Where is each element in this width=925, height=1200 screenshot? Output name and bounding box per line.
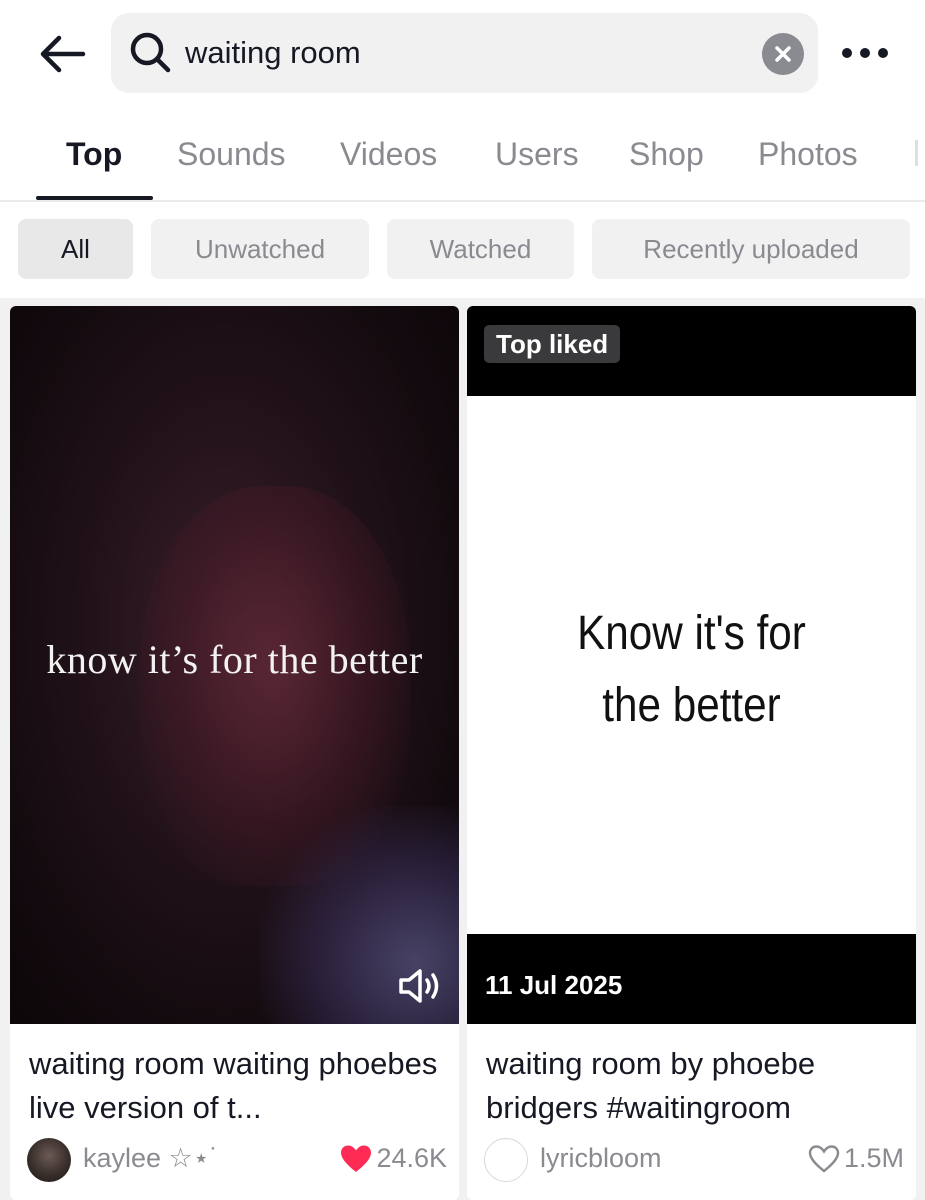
active-tab-indicator [36,196,153,200]
like-count-text: 1.5M [843,1143,904,1173]
close-icon [775,46,791,62]
thumbnail-caption: Know it's for the better [494,598,889,742]
tab-sounds[interactable]: Sounds [177,136,286,173]
search-bar[interactable] [111,13,818,93]
author-row[interactable]: kaylee ☆⋆˙ 24.6K [27,1136,447,1184]
thumbnail-caption-line: Know it's for [577,607,806,660]
author-name[interactable]: kaylee ☆⋆˙ [83,1143,219,1174]
like-count: 1.5M [808,1143,904,1174]
filter-recently-uploaded[interactable]: Recently uploaded [592,219,910,279]
search-input[interactable] [185,23,745,83]
back-button[interactable] [30,22,94,86]
tab-shop[interactable]: Shop [629,136,704,173]
filter-all[interactable]: All [18,219,133,279]
tab-videos[interactable]: Videos [340,136,437,173]
filter-watched[interactable]: Watched [387,219,574,279]
video-card[interactable]: Top liked Know it's for the better 11 Ju… [467,306,916,1200]
author-name[interactable]: lyricbloom [540,1143,662,1174]
top-liked-badge: Top liked [484,325,621,363]
avatar[interactable] [484,1138,528,1182]
search-header [0,0,925,106]
thumbnail-caption: know it’s for the better [46,637,423,682]
video-info: waiting room by phoebe bridgers #waiting… [467,1024,916,1200]
video-thumbnail[interactable]: Top liked Know it's for the better 11 Ju… [467,306,916,1024]
video-title[interactable]: waiting room by phoebe bridgers #waiting… [486,1042,898,1130]
video-card[interactable]: know it’s for the better waiting room wa… [10,306,459,1200]
ellipsis-icon [842,48,888,58]
tab-top[interactable]: Top [66,136,122,173]
tab-overflow-hint [915,140,918,166]
thumbnail-caption-line: the better [602,679,781,732]
search-icon [130,32,171,73]
heart-outline-icon [808,1144,840,1173]
filter-chips: All Unwatched Watched Recently uploaded [0,204,925,298]
tab-users[interactable]: Users [495,136,579,173]
search-tabs: Top Sounds Videos Users Shop Photos [0,106,925,202]
like-count-text: 24.6K [376,1143,447,1173]
upload-date: 11 Jul 2025 [485,970,623,1000]
tab-photos[interactable]: Photos [758,136,858,173]
filter-unwatched[interactable]: Unwatched [151,219,369,279]
video-info: waiting room waiting phoebes live versio… [10,1024,459,1200]
video-thumbnail[interactable]: know it’s for the better [10,306,459,1024]
heart-filled-icon [341,1145,372,1172]
author-row[interactable]: lyricbloom 1.5M [484,1136,904,1184]
speaker-icon[interactable] [396,966,444,1006]
like-count: 24.6K [340,1143,447,1174]
more-options-button[interactable] [830,28,900,78]
video-title[interactable]: waiting room waiting phoebes live versio… [29,1042,441,1130]
clear-search-button[interactable] [762,33,804,75]
avatar[interactable] [27,1138,71,1182]
arrow-left-icon [40,35,86,73]
